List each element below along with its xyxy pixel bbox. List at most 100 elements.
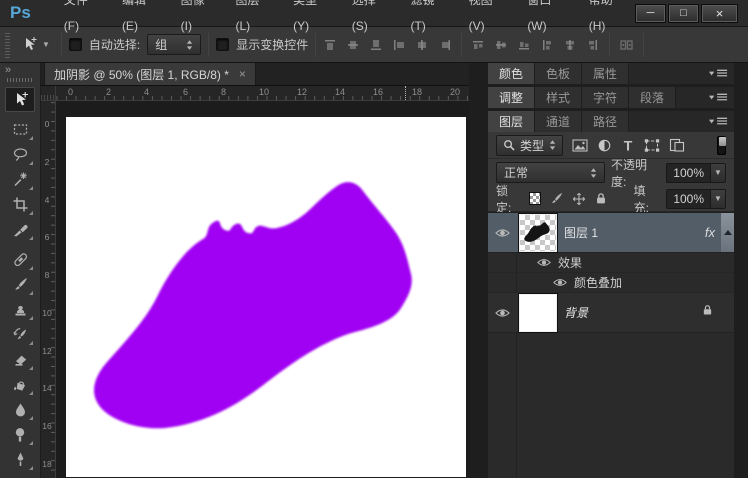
pixel-layer-filter-icon[interactable]: [572, 138, 588, 153]
blur-tool[interactable]: [5, 397, 35, 422]
auto-select-checkbox[interactable]: [69, 38, 82, 51]
align-bottom-edges-icon[interactable]: [369, 38, 383, 52]
tab-layers[interactable]: 图层: [488, 111, 535, 132]
show-transform-checkbox[interactable]: [216, 38, 229, 51]
smart-object-filter-icon[interactable]: [669, 138, 685, 153]
layer-name[interactable]: 图层 1: [564, 224, 598, 241]
crop-tool[interactable]: [5, 192, 35, 217]
tab-channels[interactable]: 通道: [535, 111, 582, 132]
history-brush-tool[interactable]: [5, 322, 35, 347]
adjustment-layer-filter-icon[interactable]: [597, 138, 612, 153]
ruler-corner[interactable]: [41, 86, 56, 100]
distribute-horizontal-centers-icon[interactable]: [563, 38, 577, 52]
layer-thumbnail[interactable]: [520, 295, 556, 331]
visibility-eye-icon[interactable]: [495, 308, 510, 318]
collapse-effects-strip[interactable]: [721, 213, 734, 252]
visibility-eye-icon[interactable]: [495, 228, 510, 238]
panel-menu-icon[interactable]: [708, 63, 734, 84]
effect-row-color-overlay[interactable]: 颜色叠加: [488, 273, 734, 293]
fx-badge[interactable]: fx: [705, 225, 721, 240]
tab-paragraph[interactable]: 段落: [629, 87, 676, 108]
type-layer-filter-icon[interactable]: T: [621, 138, 635, 153]
lasso-tool[interactable]: [5, 142, 35, 167]
minimize-button[interactable]: ─: [635, 4, 666, 23]
chevron-down-icon[interactable]: ▼: [710, 190, 725, 208]
ruler-tick: 12: [297, 87, 307, 97]
auto-select-target-dropdown[interactable]: 组: [147, 34, 201, 55]
lock-position-icon[interactable]: [572, 192, 586, 206]
layer-row-layer1[interactable]: 图层 1 fx: [488, 213, 734, 253]
distribute-bottom-edges-icon[interactable]: [517, 38, 531, 52]
close-button[interactable]: ×: [701, 4, 738, 23]
ruler-tick: 14: [335, 87, 345, 97]
visibility-eye-icon[interactable]: [553, 278, 567, 287]
ruler-tick: 8: [221, 87, 226, 97]
tab-paths[interactable]: 路径: [582, 111, 629, 132]
tab-character[interactable]: 字符: [582, 87, 629, 108]
align-top-edges-icon[interactable]: [323, 38, 337, 52]
canvas-surround[interactable]: [56, 101, 469, 478]
distribute-top-edges-icon[interactable]: [471, 38, 485, 52]
effects-header-row[interactable]: 效果: [488, 253, 734, 273]
lock-image-brush-icon[interactable]: [549, 191, 564, 206]
clone-stamp-tool[interactable]: [5, 297, 35, 322]
layer-filter-toggle[interactable]: [717, 136, 726, 155]
ruler-tick: 0: [68, 87, 73, 97]
distribute-vertical-centers-icon[interactable]: [494, 38, 508, 52]
panel-grip[interactable]: [7, 78, 33, 82]
layer-name[interactable]: 背景: [564, 304, 588, 321]
panel-menu-icon[interactable]: [708, 87, 734, 108]
fill-field[interactable]: 100% ▼: [666, 189, 726, 209]
magic-wand-tool[interactable]: [5, 167, 35, 192]
layer-list-empty-area[interactable]: [488, 333, 734, 478]
pen-tool[interactable]: [5, 447, 35, 472]
move-tool[interactable]: [5, 87, 35, 112]
lock-transparency-icon[interactable]: [529, 192, 541, 205]
layer-filter-dropdown[interactable]: 类型: [496, 135, 563, 156]
brush-tool[interactable]: [5, 272, 35, 297]
lock-all-icon[interactable]: [594, 191, 608, 206]
options-bar-grip[interactable]: [5, 32, 10, 58]
distribute-left-edges-icon[interactable]: [540, 38, 554, 52]
auto-align-layers-icon[interactable]: [619, 38, 634, 52]
layers-panel-group: 图层 通道 路径 类型 T: [488, 111, 734, 478]
updown-arrows-icon: [186, 39, 193, 51]
paint-bucket-tool[interactable]: [5, 372, 35, 397]
tool-preset-picker[interactable]: ▼: [17, 36, 54, 53]
align-right-edges-icon[interactable]: [438, 38, 452, 52]
horizontal-ruler[interactable]: 0 2 4 6 8 10 12 14 16 18 20: [56, 86, 469, 100]
panel-menu-icon[interactable]: [708, 111, 734, 132]
tab-close-icon[interactable]: ×: [239, 67, 246, 81]
crop-icon: [12, 196, 29, 213]
spot-healing-brush-tool[interactable]: [5, 247, 35, 272]
ruler-tick: 18: [412, 87, 422, 97]
tab-properties[interactable]: 属性: [582, 63, 629, 84]
document-tab[interactable]: 加阴影 @ 50% (图层 1, RGB/8) * ×: [44, 63, 256, 85]
layer-thumbnail[interactable]: [520, 215, 556, 251]
maximize-button[interactable]: □: [668, 4, 699, 23]
tab-styles[interactable]: 样式: [535, 87, 582, 108]
align-vertical-centers-icon[interactable]: [346, 38, 360, 52]
collapse-panel-icon[interactable]: »: [0, 63, 16, 76]
align-horizontal-centers-icon[interactable]: [415, 38, 429, 52]
canvas[interactable]: [66, 117, 466, 477]
opacity-field[interactable]: 100% ▼: [666, 163, 726, 183]
eyedropper-tool[interactable]: [5, 217, 35, 242]
shape-layer-filter-icon[interactable]: [644, 138, 660, 153]
tab-color[interactable]: 颜色: [488, 63, 535, 84]
menu-layer[interactable]: 图层(L): [223, 0, 281, 39]
layer-row-background[interactable]: 背景: [488, 293, 734, 333]
visibility-eye-icon[interactable]: [537, 258, 551, 267]
vertical-ruler[interactable]: 0 2 4 6 8 10 12 14 16 18: [41, 101, 56, 478]
align-left-edges-icon[interactable]: [392, 38, 406, 52]
tab-swatches[interactable]: 色板: [535, 63, 582, 84]
tab-adjustments[interactable]: 调整: [488, 87, 535, 108]
dodge-tool[interactable]: [5, 422, 35, 447]
eraser-tool[interactable]: [5, 347, 35, 372]
blend-mode-dropdown[interactable]: 正常: [496, 162, 605, 183]
chevron-down-icon[interactable]: ▼: [710, 164, 725, 182]
menu-file[interactable]: 文件(F): [51, 0, 109, 39]
distribute-right-edges-icon[interactable]: [586, 38, 600, 52]
align-tools: [323, 33, 644, 57]
rectangular-marquee-tool[interactable]: [5, 117, 35, 142]
